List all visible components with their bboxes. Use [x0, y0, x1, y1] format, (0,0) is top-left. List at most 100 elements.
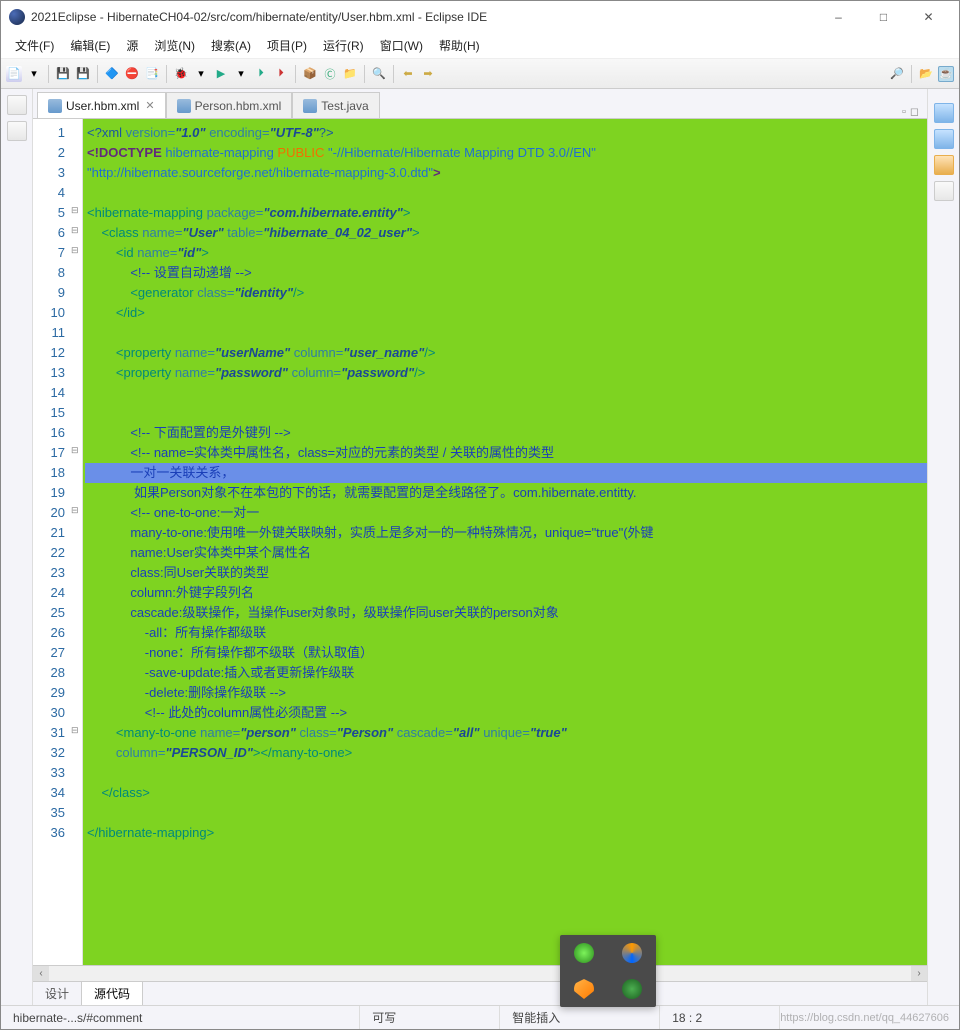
float-play-icon[interactable]	[622, 979, 642, 999]
task-list-icon[interactable]	[934, 129, 954, 149]
line-number[interactable]: 9	[37, 283, 65, 303]
bookmarks-icon[interactable]	[934, 181, 954, 201]
line-number[interactable]: 4	[37, 183, 65, 203]
code-line[interactable]: <property name="userName" column="user_n…	[85, 343, 927, 363]
float-refresh-icon[interactable]	[574, 943, 594, 963]
code-line[interactable]: name:User实体类中某个属性名	[85, 543, 927, 563]
code-line[interactable]: </hibernate-mapping>	[85, 823, 927, 843]
open-type-icon[interactable]: 🔷	[104, 66, 120, 82]
navigator-icon[interactable]	[7, 121, 27, 141]
code-line[interactable]: "http://hibernate.sourceforge.net/hibern…	[85, 163, 927, 183]
fold-strip[interactable]	[71, 119, 83, 965]
code-line[interactable]: <!-- name=实体类中属性名，class=对应的元素的类型 / 关联的属性…	[85, 443, 927, 463]
line-number[interactable]: 13	[37, 363, 65, 383]
code-editor[interactable]: 1234567891011121314151617181920212223242…	[33, 119, 927, 965]
code-line[interactable]: class:同User关联的类型	[85, 563, 927, 583]
line-number[interactable]: 2	[37, 143, 65, 163]
code-line[interactable]	[85, 323, 927, 343]
forward-icon[interactable]: ➡	[420, 66, 436, 82]
code-line[interactable]: <!-- one-to-one:一对一	[85, 503, 927, 523]
java-perspective-icon[interactable]: ☕	[938, 66, 954, 82]
source-tab[interactable]: 源代码	[82, 982, 143, 1005]
line-number[interactable]: 36	[37, 823, 65, 843]
code-line[interactable]: -delete:删除操作级联 -->	[85, 683, 927, 703]
line-number[interactable]: 7	[37, 243, 65, 263]
problems-icon[interactable]	[934, 155, 954, 175]
menu-a[interactable]: 搜索(A)	[203, 35, 259, 56]
code-line[interactable]	[85, 803, 927, 823]
line-number[interactable]: 34	[37, 783, 65, 803]
line-number[interactable]: 19	[37, 483, 65, 503]
quick-access-icon[interactable]: 🔎	[889, 66, 905, 82]
design-tab[interactable]: 设计	[33, 982, 82, 1005]
line-number[interactable]: 10	[37, 303, 65, 323]
new-folder-icon[interactable]: 📁	[342, 66, 358, 82]
menu-w[interactable]: 窗口(W)	[372, 35, 431, 56]
tab-close-icon[interactable]: ✕	[145, 99, 154, 112]
line-number[interactable]: 25	[37, 603, 65, 623]
fold-marker[interactable]	[71, 443, 82, 463]
line-number[interactable]: 11	[37, 323, 65, 343]
code-line[interactable]	[85, 383, 927, 403]
skip-breakpoints-icon[interactable]: ⛔	[124, 66, 140, 82]
coverage-icon[interactable]: ⏵	[253, 66, 269, 82]
dropdown-icon[interactable]: ▾	[26, 66, 42, 82]
line-number[interactable]: 26	[37, 623, 65, 643]
search-icon[interactable]: 🔍	[371, 66, 387, 82]
line-number[interactable]: 31	[37, 723, 65, 743]
external-tools-icon[interactable]: ⏵	[273, 66, 289, 82]
code-line[interactable]: <!-- 下面配置的是外键列 -->	[85, 423, 927, 443]
code-line[interactable]: 一对一关联关系，	[85, 463, 927, 483]
maximize-view-icon[interactable]: ◻	[910, 105, 919, 118]
debug-dropdown-icon[interactable]: ▾	[193, 66, 209, 82]
code-line[interactable]: <?xml version="1.0" encoding="UTF-8"?>	[85, 123, 927, 143]
code-line[interactable]: <class name="User" table="hibernate_04_0…	[85, 223, 927, 243]
maximize-button[interactable]: □	[861, 3, 906, 31]
editor-tab[interactable]: User.hbm.xml✕	[37, 92, 166, 118]
line-number[interactable]: 6	[37, 223, 65, 243]
line-number[interactable]: 1	[37, 123, 65, 143]
minimize-view-icon[interactable]: ▫	[902, 106, 906, 118]
line-number[interactable]: 33	[37, 763, 65, 783]
line-number-gutter[interactable]: 1234567891011121314151617181920212223242…	[33, 119, 71, 965]
line-number[interactable]: 8	[37, 263, 65, 283]
build-icon[interactable]: 📑	[144, 66, 160, 82]
code-line[interactable]: -none：所有操作都不级联（默认取值）	[85, 643, 927, 663]
floating-toolbar[interactable]	[560, 935, 656, 1007]
close-button[interactable]: ✕	[906, 3, 951, 31]
line-number[interactable]: 20	[37, 503, 65, 523]
fold-marker[interactable]	[71, 503, 82, 523]
code-line[interactable]	[85, 763, 927, 783]
minimize-button[interactable]: –	[816, 3, 861, 31]
open-perspective-icon[interactable]: 📂	[918, 66, 934, 82]
line-number[interactable]: 30	[37, 703, 65, 723]
editor-tab[interactable]: Test.java	[292, 92, 379, 118]
code-line[interactable]: -save-update:插入或者更新操作级联	[85, 663, 927, 683]
line-number[interactable]: 14	[37, 383, 65, 403]
menu-h[interactable]: 帮助(H)	[431, 35, 488, 56]
scroll-left-button[interactable]: ‹	[33, 966, 49, 982]
back-icon[interactable]: ⬅	[400, 66, 416, 82]
line-number[interactable]: 17	[37, 443, 65, 463]
line-number[interactable]: 27	[37, 643, 65, 663]
code-line[interactable]: <id name="id">	[85, 243, 927, 263]
code-line[interactable]: <!-- 此处的column属性必须配置 -->	[85, 703, 927, 723]
code-line[interactable]: <hibernate-mapping package="com.hibernat…	[85, 203, 927, 223]
package-explorer-icon[interactable]	[7, 95, 27, 115]
menu-r[interactable]: 运行(R)	[315, 35, 372, 56]
scroll-right-button[interactable]: ›	[911, 966, 927, 982]
code-line[interactable]: </id>	[85, 303, 927, 323]
new-icon[interactable]: 📄	[6, 66, 22, 82]
new-package-icon[interactable]: 📦	[302, 66, 318, 82]
line-number[interactable]: 32	[37, 743, 65, 763]
line-number[interactable]: 22	[37, 543, 65, 563]
save-all-icon[interactable]: 💾	[75, 66, 91, 82]
code-line[interactable]: <property name="password" column="passwo…	[85, 363, 927, 383]
float-shield-icon[interactable]	[574, 979, 594, 999]
editor-tab[interactable]: Person.hbm.xml	[166, 92, 293, 118]
line-number[interactable]: 23	[37, 563, 65, 583]
code-line[interactable]: 如果Person对象不在本包的下的话，就需要配置的是全线路径了。com.hibe…	[85, 483, 927, 503]
scroll-track[interactable]	[49, 967, 911, 981]
line-number[interactable]: 28	[37, 663, 65, 683]
menu-n[interactable]: 浏览(N)	[146, 35, 203, 56]
